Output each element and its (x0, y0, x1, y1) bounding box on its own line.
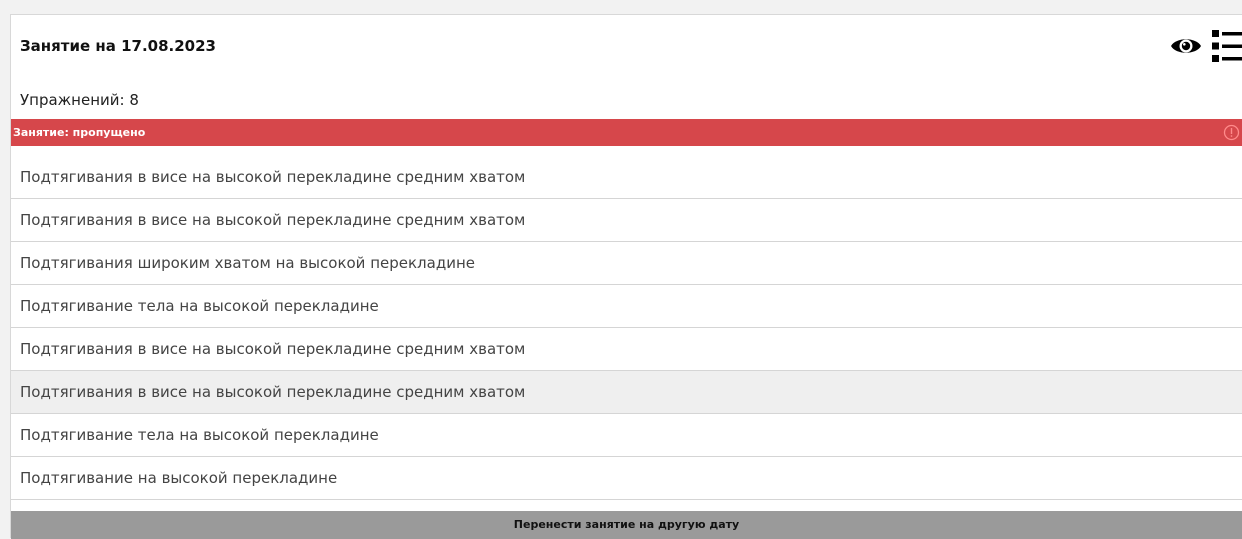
exercise-label: Подтягивания в висе на высокой переклади… (20, 340, 526, 358)
list-item[interactable]: Подтягивание на высокой перекладине (11, 457, 1242, 500)
list-item[interactable]: Подтягивания широким хватом на высокой п… (11, 242, 1242, 285)
list-item[interactable]: Подтягивание тела на высокой перекладине (11, 414, 1242, 457)
card-header: Занятие на 17.08.2023 (11, 15, 1242, 79)
list-item[interactable]: Подтягивание тела на высокой перекладине (11, 285, 1242, 328)
exercise-label: Подтягивания в висе на высокой переклади… (20, 168, 526, 186)
exercise-count: Упражнений: 8 (20, 91, 139, 109)
alert-circle-icon (1223, 124, 1240, 141)
exercise-label: Подтягивания в висе на высокой переклади… (20, 211, 526, 229)
exercise-label: Подтягивание тела на высокой перекладине (20, 297, 379, 315)
reschedule-button[interactable]: Перенести занятие на другую дату (11, 511, 1242, 539)
list-item[interactable]: Подтягивания в висе на высокой переклади… (11, 328, 1242, 371)
list-item[interactable]: Подтягивания в висе на высокой переклади… (11, 199, 1242, 242)
exercise-label: Подтягивание тела на высокой перекладине (20, 426, 379, 444)
exercise-label: Подтягивание на высокой перекладине (20, 469, 338, 487)
exercise-label: Подтягивания широким хватом на высокой п… (20, 254, 475, 272)
exercise-label: Подтягивания в висе на высокой переклади… (20, 383, 526, 401)
workout-card: Занятие на 17.08.2023 Упражнений: 8 Заня… (10, 14, 1242, 539)
workout-title: Занятие на 17.08.2023 (20, 37, 216, 55)
status-bar: Занятие: пропущено (11, 119, 1242, 146)
exercise-list: Подтягивания в висе на высокой переклади… (11, 156, 1242, 500)
status-label: Занятие: пропущено (13, 126, 146, 139)
list-icon[interactable] (1212, 29, 1242, 63)
list-item[interactable]: Подтягивания в висе на высокой переклади… (11, 156, 1242, 199)
eye-icon[interactable] (1170, 35, 1202, 57)
list-item[interactable]: Подтягивания в висе на высокой переклади… (11, 371, 1242, 414)
